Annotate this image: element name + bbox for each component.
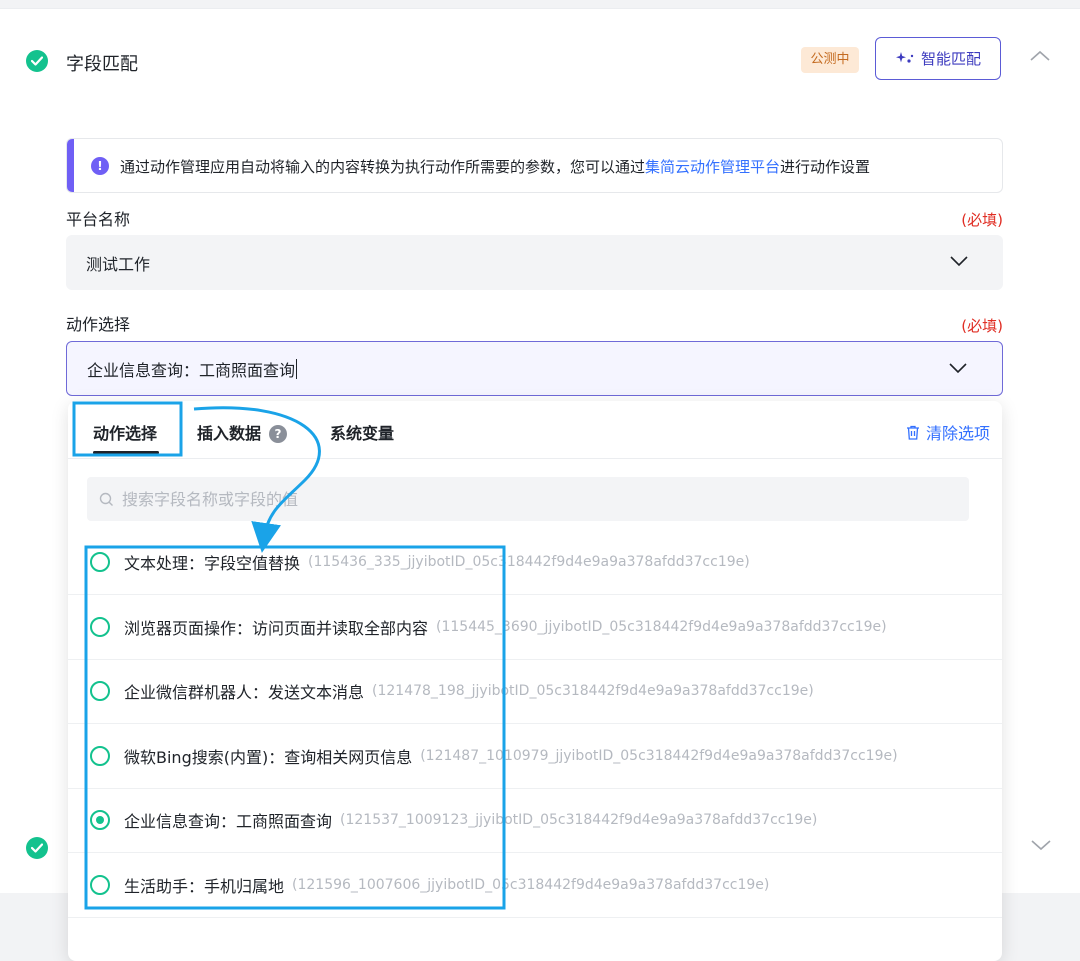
option-item[interactable]: 微软Bing搜索(内置)：查询相关网页信息 (121487_1010979_jjy… xyxy=(68,724,1002,789)
action-select-label: 动作选择 xyxy=(66,315,131,334)
tab-insert-data[interactable]: 插入数据? xyxy=(197,420,288,444)
chevron-down-icon xyxy=(950,256,968,267)
trash-icon xyxy=(906,425,919,440)
beta-badge: 公测中 xyxy=(801,47,859,73)
action-required-mark: (必填) xyxy=(961,317,1003,335)
search-icon xyxy=(99,492,113,506)
info-icon: ! xyxy=(91,157,109,175)
tab-system-variables[interactable]: 系统变量 xyxy=(330,420,394,444)
platform-name-label: 平台名称 xyxy=(66,210,131,229)
action-platform-link[interactable]: 集简云动作管理平台 xyxy=(645,158,780,176)
option-item[interactable]: 企业微信群机器人：发送文本消息 (121478_198_jjyibotID_05c… xyxy=(68,659,1002,724)
action-select[interactable]: 企业信息查询：工商照面查询 xyxy=(66,341,1003,396)
clear-selection-button[interactable]: 清除选项 xyxy=(906,420,990,444)
section-title: 字段匹配 xyxy=(66,54,138,75)
tab-action-select[interactable]: 动作选择 xyxy=(93,420,157,444)
radio-icon[interactable] xyxy=(90,681,110,701)
option-name: 企业微信群机器人：发送文本消息 xyxy=(124,683,365,702)
clear-selection-label: 清除选项 xyxy=(925,424,990,443)
platform-select-value: 测试工作 xyxy=(86,254,151,274)
smart-match-button[interactable]: 智能匹配 xyxy=(875,37,1001,80)
next-section-check-icon xyxy=(26,837,48,859)
search-field[interactable] xyxy=(87,477,969,521)
text-caret xyxy=(296,358,298,379)
active-tab-indicator xyxy=(93,451,159,454)
smart-match-label: 智能匹配 xyxy=(920,50,981,68)
option-item[interactable]: 企业信息查询：工商照面查询 (121537_1009123_jjyibotID_0… xyxy=(68,788,1002,853)
info-text-before: 通过动作管理应用自动将输入的内容转换为执行动作所需要的参数，您可以通过 xyxy=(120,158,646,176)
radio-dot xyxy=(96,816,104,824)
info-text: 通过动作管理应用自动将输入的内容转换为执行动作所需要的参数，您可以通过集简云动作… xyxy=(120,156,870,177)
info-accent-bar xyxy=(67,139,74,192)
option-id: (121478_198_jjyibotID_05c318442f9d4e9a9a… xyxy=(372,683,814,699)
radio-icon[interactable] xyxy=(90,745,110,766)
option-id: (115445_3690_jjyibotID_05c318442f9d4e9a9… xyxy=(436,618,887,635)
help-question-icon[interactable]: ? xyxy=(269,425,288,443)
expand-chevron-down-icon[interactable] xyxy=(1030,838,1052,852)
radio-selected-icon[interactable] xyxy=(90,810,110,830)
option-name: 生活助手：手机归属地 xyxy=(124,876,285,896)
option-item[interactable]: 文本处理：字段空值替换 (115436_335_jjyibotID_05c3184… xyxy=(68,530,1002,595)
option-name: 企业信息查询：工商照面查询 xyxy=(124,812,333,831)
option-id: (115436_335_jjyibotID_05c318442f9d4e9a9a… xyxy=(308,554,750,570)
option-item[interactable]: 生活助手：手机归属地 (121596_1007606_jjyibotID_05c3… xyxy=(68,853,1002,918)
option-id: (121487_1010979_jjyibotID_05c318442f9d4e… xyxy=(420,747,898,764)
option-name: 文本处理：字段空值替换 xyxy=(124,554,301,573)
option-name: 微软Bing搜索(内置)：查询相关网页信息 xyxy=(124,747,413,767)
option-id: (121596_1007606_jjyibotID_05c318442f9d4e… xyxy=(292,876,770,893)
tabs-divider xyxy=(68,458,1002,459)
radio-icon[interactable] xyxy=(90,552,110,572)
chevron-down-icon xyxy=(949,363,967,374)
radio-icon[interactable] xyxy=(90,616,110,637)
option-item[interactable]: 浏览器页面操作：访问页面并读取全部内容 (115445_3690_jjyibotI… xyxy=(68,595,1002,660)
option-id: (121537_1009123_jjyibotID_05c318442f9d4e… xyxy=(340,812,818,828)
option-name: 浏览器页面操作：访问页面并读取全部内容 xyxy=(124,618,429,638)
action-dropdown-panel: 动作选择 插入数据? 系统变量 清除选项 文本处理：字段空值替换 (115436_… xyxy=(68,401,1002,961)
radio-icon[interactable] xyxy=(90,874,110,895)
collapse-chevron-up-icon[interactable] xyxy=(1029,49,1051,63)
action-select-value: 企业信息查询：工商照面查询 xyxy=(87,360,296,380)
info-text-after: 进行动作设置 xyxy=(780,158,871,176)
sparkle-icon xyxy=(895,51,914,63)
search-input[interactable] xyxy=(120,488,904,510)
info-notice: ! 通过动作管理应用自动将输入的内容转换为执行动作所需要的参数，您可以通过集简云… xyxy=(66,138,1003,193)
tab-insert-data-label: 插入数据 xyxy=(197,424,262,443)
platform-required-mark: (必填) xyxy=(961,211,1003,229)
section-complete-check-icon xyxy=(26,50,48,72)
platform-select[interactable]: 测试工作 xyxy=(66,235,1003,290)
